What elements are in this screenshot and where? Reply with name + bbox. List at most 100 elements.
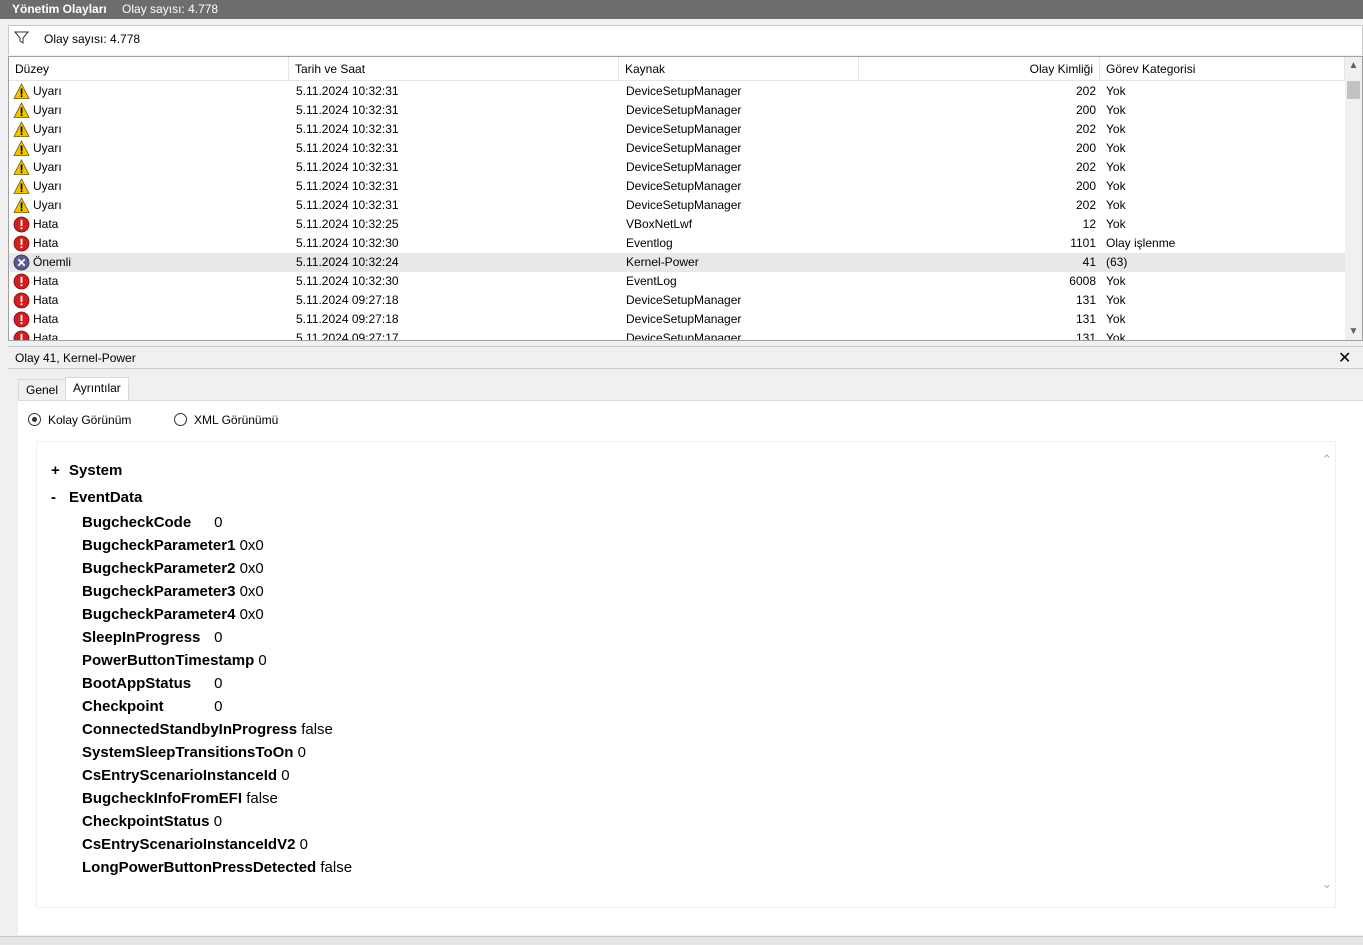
- event-data-row: BugcheckParameter1 0x0: [82, 537, 264, 559]
- table-row[interactable]: Hata 5.11.2024 10:32:30 EventLog 6008 Yok: [9, 272, 1345, 291]
- event-data-row: BugcheckParameter3 0x0: [82, 583, 264, 605]
- table-row[interactable]: Uyarı 5.11.2024 10:32:31 DeviceSetupManage…: [9, 139, 1345, 158]
- table-row[interactable]: Uyarı 5.11.2024 10:32:31 DeviceSetupManage…: [9, 196, 1345, 215]
- event-data-view: + System - EventData BugcheckCode 0 Bugchec…: [36, 441, 1336, 908]
- cell-event-id: 131: [1075, 331, 1096, 341]
- event-data-key: BugcheckInfoFromEFI: [82, 790, 243, 807]
- scroll-down-icon[interactable]: ▼: [1345, 323, 1362, 340]
- cell-event-id: 131: [1075, 312, 1096, 326]
- cell-source: DeviceSetupManager: [626, 84, 742, 98]
- table-row[interactable]: Uyarı 5.11.2024 10:32:31 DeviceSetupManage…: [9, 177, 1345, 196]
- event-data-value: 0x0: [239, 606, 264, 623]
- chevron-up-icon[interactable]: ⌃: [1319, 452, 1335, 468]
- table-row[interactable]: Hata 5.11.2024 09:27:18 DeviceSetupManager…: [9, 310, 1345, 329]
- event-data-key: LongPowerButtonPressDetected: [82, 859, 317, 876]
- event-data-row: ConnectedStandbyInProgress false: [82, 721, 333, 743]
- event-data-row: Checkpoint 0: [82, 698, 223, 720]
- warning-icon: [13, 178, 30, 195]
- event-data-value: 0: [281, 767, 290, 784]
- level-label: Uyarı: [33, 160, 62, 174]
- warning-icon: [13, 140, 30, 157]
- cell-event-id: 200: [1075, 141, 1096, 155]
- table-row[interactable]: Hata 5.11.2024 09:27:18 DeviceSetupManager…: [9, 291, 1345, 310]
- event-data-key: PowerButtonTimestamp: [82, 652, 255, 669]
- section-eventdata[interactable]: - EventData: [51, 489, 142, 506]
- event-data-value: 0: [214, 698, 223, 715]
- error-icon: [13, 330, 30, 340]
- event-data-row: SleepInProgress 0: [82, 629, 223, 651]
- level-label: Hata: [33, 236, 59, 250]
- cell-event-id: 41: [1082, 255, 1096, 269]
- column-header-event-id[interactable]: Olay Kimliği: [859, 57, 1100, 81]
- cell-event-id: 131: [1075, 293, 1096, 307]
- tab-general[interactable]: Genel: [18, 379, 67, 401]
- table-row[interactable]: Hata 5.11.2024 10:32:25 VBoxNetLwf 12 Yok: [9, 215, 1345, 234]
- close-icon[interactable]: ✕: [1338, 348, 1351, 368]
- cell-event-id: 202: [1075, 122, 1096, 136]
- table-row[interactable]: Hata 5.11.2024 10:32:30 Eventlog 1101 Olay i…: [9, 234, 1345, 253]
- error-icon: [13, 292, 30, 309]
- radio-unselected-icon[interactable]: [174, 413, 187, 426]
- event-list-scrollbar[interactable]: ▲ ▼: [1345, 57, 1362, 340]
- cell-task-category: Yok: [1106, 84, 1126, 98]
- expand-icon[interactable]: +: [51, 462, 69, 479]
- radio-selected-icon[interactable]: [28, 413, 41, 426]
- section-system[interactable]: + System: [51, 462, 122, 479]
- section-system-label: System: [69, 462, 123, 479]
- cell-datetime: 5.11.2024 10:32:31: [296, 122, 399, 136]
- cell-source: Eventlog: [626, 236, 673, 250]
- table-row[interactable]: Uyarı 5.11.2024 10:32:31 DeviceSetupManage…: [9, 82, 1345, 101]
- cell-datetime: 5.11.2024 10:32:25: [296, 217, 399, 231]
- critical-icon: [13, 254, 30, 271]
- column-header-source[interactable]: Kaynak: [619, 57, 859, 81]
- level-label: Hata: [33, 312, 59, 326]
- title-bar: Yönetim Olayları Olay sayısı: 4.778: [0, 0, 1363, 19]
- details-title: Olay 41, Kernel-Power: [15, 351, 136, 365]
- table-row[interactable]: Önemli 5.11.2024 10:32:24 Kernel-Power 41 (6…: [9, 253, 1345, 272]
- table-row[interactable]: Uyarı 5.11.2024 10:32:31 DeviceSetupManage…: [9, 120, 1345, 139]
- scroll-thumb[interactable]: [1347, 81, 1360, 99]
- collapse-icon[interactable]: -: [51, 489, 69, 506]
- cell-task-category: Yok: [1106, 103, 1126, 117]
- details-tab-panel: Kolay Görünüm XML Görünümü + System - Even…: [18, 400, 1363, 935]
- chevron-down-icon[interactable]: ⌄: [1319, 876, 1335, 892]
- event-data-value: 0x0: [239, 537, 264, 554]
- event-data-value: 0: [214, 629, 223, 646]
- column-header-task-category[interactable]: Görev Kategorisi: [1100, 57, 1345, 81]
- event-data-value: false: [320, 859, 353, 876]
- level-label: Uyarı: [33, 179, 62, 193]
- event-data-value: 0x0: [239, 560, 264, 577]
- scroll-up-icon[interactable]: ▲: [1345, 57, 1362, 74]
- column-header-datetime[interactable]: Tarih ve Saat: [289, 57, 619, 81]
- cell-task-category: Yok: [1106, 179, 1126, 193]
- cell-datetime: 5.11.2024 10:32:31: [296, 84, 399, 98]
- cell-source: DeviceSetupManager: [626, 160, 742, 174]
- filter-icon[interactable]: [13, 31, 30, 45]
- level-label: Uyarı: [33, 103, 62, 117]
- cell-source: VBoxNetLwf: [626, 217, 693, 231]
- level-label: Uyarı: [33, 122, 62, 136]
- event-data-value: 0: [297, 744, 306, 761]
- cell-source: DeviceSetupManager: [626, 103, 742, 117]
- event-data-scrollbar[interactable]: ⌃ ⌄: [1319, 452, 1335, 897]
- table-row[interactable]: Uyarı 5.11.2024 10:32:31 DeviceSetupManage…: [9, 101, 1345, 120]
- table-row[interactable]: Hata 5.11.2024 09:27:17 DeviceSetupManager…: [9, 329, 1345, 341]
- tab-details[interactable]: Ayrıntılar: [65, 377, 129, 401]
- column-header-level[interactable]: Düzey: [9, 57, 289, 81]
- cell-event-id: 1101: [1070, 236, 1096, 250]
- cell-source: Kernel-Power: [626, 255, 699, 269]
- table-row[interactable]: Uyarı 5.11.2024 10:32:31 DeviceSetupManage…: [9, 158, 1345, 177]
- event-rows: Uyarı 5.11.2024 10:32:31 DeviceSetupManage…: [9, 82, 1345, 341]
- cell-source: DeviceSetupManager: [626, 122, 742, 136]
- warning-icon: [13, 83, 30, 100]
- cell-task-category: Yok: [1106, 160, 1126, 174]
- cell-task-category: (63): [1106, 255, 1128, 269]
- event-data-key: SleepInProgress: [82, 629, 201, 646]
- cell-event-id: 6008: [1069, 274, 1096, 288]
- filter-event-count: Olay sayısı: 4.778: [44, 32, 141, 46]
- level-label: Uyarı: [33, 84, 62, 98]
- cell-datetime: 5.11.2024 09:27:18: [296, 312, 399, 326]
- cell-datetime: 5.11.2024 10:32:24: [296, 255, 399, 269]
- event-data-value: 0: [214, 675, 223, 692]
- cell-task-category: Yok: [1106, 217, 1126, 231]
